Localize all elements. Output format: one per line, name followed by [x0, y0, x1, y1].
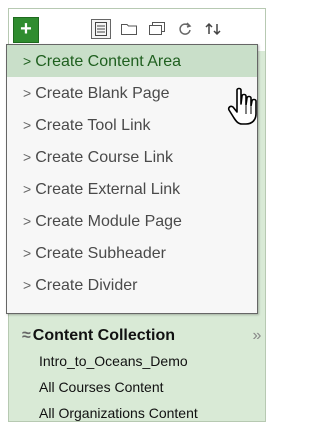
list-view-icon[interactable]: [91, 19, 111, 39]
chevron-right-icon: >: [23, 149, 32, 165]
menu-item-create-content-area[interactable]: > Create Content Area: [7, 45, 257, 77]
chevron-right-icon: >: [23, 53, 32, 69]
chevron-right-icon: >: [23, 117, 32, 133]
chevron-right-icon: >: [23, 277, 32, 293]
collapse-icon[interactable]: »: [241, 323, 273, 349]
menu-item-create-course-link[interactable]: > Create Course Link: [7, 141, 257, 173]
menu-item-create-divider[interactable]: > Create Divider: [7, 269, 257, 301]
menu-item-create-tool-link[interactable]: > Create Tool Link: [7, 109, 257, 141]
content-link[interactable]: All Organizations Content: [39, 405, 198, 421]
window-icon[interactable]: [147, 19, 167, 39]
menu-item-create-subheader[interactable]: > Create Subheader: [7, 237, 257, 269]
expand-icon[interactable]: ≈: [22, 327, 31, 344]
chevron-right-icon: >: [23, 213, 32, 229]
content-collection-title: Content Collection: [32, 327, 175, 344]
folder-icon[interactable]: [119, 19, 139, 39]
hand-cursor-icon: [227, 87, 257, 125]
add-menu-item-button[interactable]: +: [13, 17, 39, 43]
content-collection-header[interactable]: ≈ Content Collection: [22, 323, 267, 349]
content-link[interactable]: All Courses Content: [39, 379, 164, 395]
add-menu-dropdown: > Create Content Area > Create Blank Page …: [6, 44, 258, 314]
menu-item-create-blank-page[interactable]: > Create Blank Page: [7, 77, 257, 109]
menu-item-create-external-link[interactable]: > Create External Link: [7, 173, 257, 205]
refresh-icon[interactable]: [175, 19, 195, 39]
sort-icon[interactable]: [203, 19, 223, 39]
chevron-right-icon: >: [23, 85, 32, 101]
chevron-right-icon: >: [23, 245, 32, 261]
menu-item-create-module-page[interactable]: > Create Module Page: [7, 205, 257, 237]
chevron-right-icon: >: [23, 181, 32, 197]
content-link[interactable]: Intro_to_Oceans_Demo: [39, 353, 188, 369]
